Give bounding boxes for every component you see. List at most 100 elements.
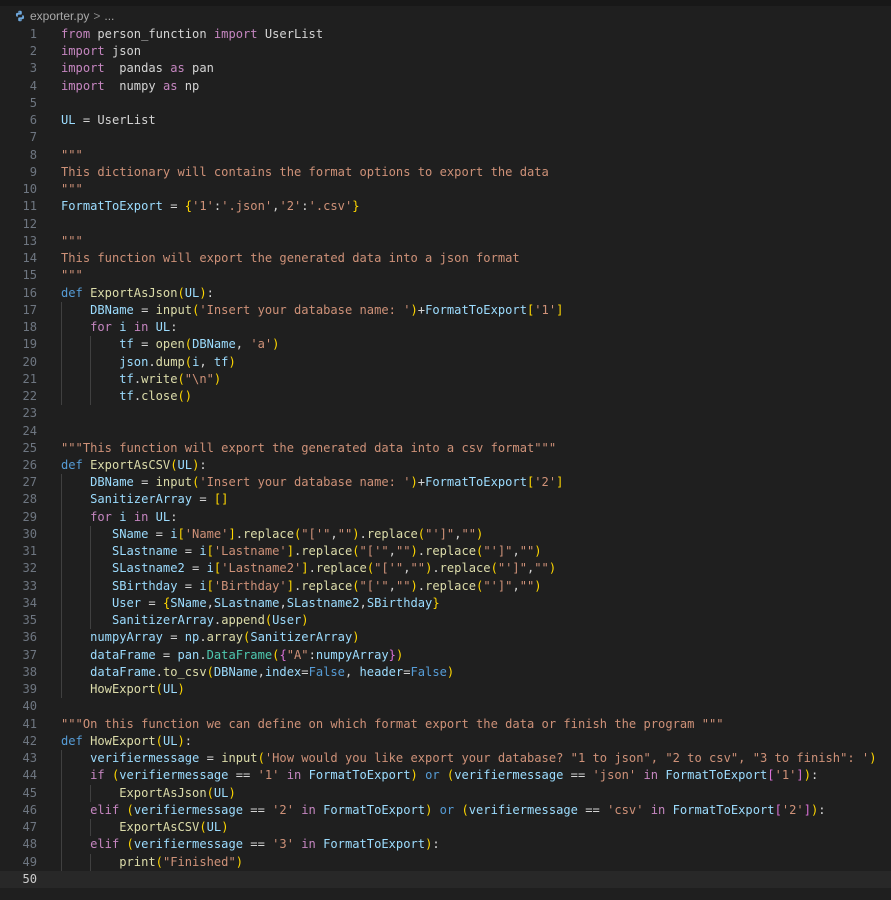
code-line[interactable]: 37 dataFrame = pan.DataFrame({"A":numpyA… bbox=[0, 647, 891, 664]
code-token: ) bbox=[869, 751, 877, 766]
code-line[interactable]: 19 tf = open(DBName, 'a') bbox=[0, 336, 891, 353]
code-token: . bbox=[235, 526, 244, 541]
code-token: ) bbox=[199, 285, 207, 300]
code-token: , bbox=[388, 544, 396, 559]
line-number: 7 bbox=[29, 130, 37, 145]
code-line[interactable]: 13 """ bbox=[0, 233, 891, 250]
code-line[interactable]: 30 SName = i['Name'].replace("['","").re… bbox=[0, 526, 891, 543]
code-line[interactable]: 20 json.dump(i, tf) bbox=[0, 354, 891, 371]
code-token: 'Insert your database name: ' bbox=[199, 475, 411, 490]
code-line[interactable]: 23 bbox=[0, 405, 891, 422]
code-token: . bbox=[417, 544, 426, 559]
code-token: tf bbox=[213, 354, 229, 369]
code-line[interactable]: 2 import json bbox=[0, 43, 891, 60]
code-line[interactable]: 1 from person_function import UserList bbox=[0, 26, 891, 43]
code-token: } bbox=[388, 647, 396, 662]
breadcrumb: exporter.py > ... bbox=[14, 8, 114, 24]
code-line[interactable]: 39 HowExport(UL) bbox=[0, 681, 891, 698]
indent-guide bbox=[61, 750, 62, 871]
indent-guide bbox=[90, 784, 92, 802]
code-line[interactable]: 40 bbox=[0, 698, 891, 715]
code-token: numpyArray bbox=[315, 647, 389, 662]
code-line[interactable]: 18 for i in UL: bbox=[0, 319, 891, 336]
code-token: SBirthday bbox=[111, 578, 178, 593]
code-token: ( bbox=[184, 337, 193, 352]
code-line[interactable]: 42 def HowExport(UL): bbox=[0, 733, 891, 750]
code-line[interactable]: 8 """ bbox=[0, 147, 891, 164]
code-line[interactable]: 47 ExportAsCSV(UL) bbox=[0, 819, 891, 836]
line-number: 28 bbox=[22, 492, 37, 507]
code-text: This function will export the generated … bbox=[61, 250, 520, 267]
code-line[interactable]: 29 for i in UL: bbox=[0, 509, 891, 526]
code-text: """ bbox=[61, 267, 83, 284]
code-line[interactable]: 27 DBName = input('Insert your database … bbox=[0, 474, 891, 491]
code-line[interactable]: 32 SLastname2 = i['Lastname2'].replace("… bbox=[0, 560, 891, 577]
code-token: == bbox=[243, 802, 273, 817]
code-token: ) bbox=[803, 768, 811, 783]
code-line[interactable]: 22 tf.close() bbox=[0, 388, 891, 405]
code-text: SBirthday = i['Birthday'].replace("['","… bbox=[61, 578, 542, 595]
code-line[interactable]: 33 SBirthday = i['Birthday'].replace("['… bbox=[0, 578, 891, 595]
breadcrumb-file[interactable]: exporter.py bbox=[30, 9, 89, 23]
line-number: 4 bbox=[29, 78, 37, 93]
code-token: ( bbox=[177, 371, 185, 386]
code-line[interactable]: 45 ExportAsJson(UL) bbox=[0, 785, 891, 802]
code-line[interactable]: 17 DBName = input('Insert your database … bbox=[0, 302, 891, 319]
code-line[interactable]: 36 numpyArray = np.array(SanitizerArray) bbox=[0, 629, 891, 646]
code-token: verifiermessage bbox=[133, 837, 244, 852]
code-line[interactable]: 50 bbox=[0, 870, 891, 888]
code-token: "']" bbox=[483, 578, 513, 593]
code-line[interactable]: 24 bbox=[0, 423, 891, 440]
code-token: '1' bbox=[774, 768, 797, 783]
code-line[interactable]: 48 elif (verifiermessage == '3' in Forma… bbox=[0, 836, 891, 853]
code-token: DBName bbox=[192, 337, 236, 352]
code-token: SName bbox=[170, 595, 207, 610]
code-line[interactable]: 6 UL = UserList bbox=[0, 112, 891, 129]
code-line[interactable]: 21 tf.write("\n") bbox=[0, 371, 891, 388]
code-token: . bbox=[199, 630, 207, 645]
code-line[interactable]: 26 def ExportAsCSV(UL): bbox=[0, 457, 891, 474]
code-line[interactable]: 44 if (verifiermessage == '1' in FormatT… bbox=[0, 767, 891, 784]
code-line[interactable]: 3 import pandas as pan bbox=[0, 60, 891, 77]
code-line[interactable]: 16 def ExportAsJson(UL): bbox=[0, 285, 891, 302]
code-line[interactable]: 43 verifiermessage = input('How would yo… bbox=[0, 750, 891, 767]
code-line[interactable]: 15 """ bbox=[0, 267, 891, 284]
code-line[interactable]: 46 elif (verifiermessage == '2' in Forma… bbox=[0, 802, 891, 819]
code-line[interactable]: 12 bbox=[0, 216, 891, 233]
code-token: dataFrame bbox=[90, 647, 156, 662]
python-file-icon bbox=[15, 10, 25, 22]
code-line[interactable]: 28 SanitizerArray = [] bbox=[0, 491, 891, 508]
code-line[interactable]: 35 SanitizerArray.append(User) bbox=[0, 612, 891, 629]
line-number: 17 bbox=[22, 302, 37, 317]
code-editor[interactable]: 1 from person_function import UserList 2 im… bbox=[0, 26, 891, 900]
code-line[interactable]: 14 This function will export the generate… bbox=[0, 250, 891, 267]
breadcrumb-more[interactable]: ... bbox=[104, 9, 114, 23]
code-text: """ bbox=[61, 147, 83, 164]
code-line[interactable]: 11 FormatToExport = {'1':'.json','2':'.cs… bbox=[0, 198, 891, 215]
code-line[interactable]: 7 bbox=[0, 129, 891, 146]
code-token: in bbox=[301, 802, 316, 817]
code-text: tf = open(DBName, 'a') bbox=[61, 336, 279, 353]
code-line[interactable]: 31 SLastname = i['Lastname'].replace("['… bbox=[0, 543, 891, 560]
code-line[interactable]: 38 dataFrame.to_csv(DBName,index=False, … bbox=[0, 664, 891, 681]
code-token: '3' bbox=[272, 837, 294, 852]
code-line[interactable]: 5 bbox=[0, 95, 891, 112]
line-number: 34 bbox=[22, 595, 37, 610]
code-line[interactable]: 34 User = {SName,SLastname,SLastname2,SB… bbox=[0, 595, 891, 612]
code-token: HowExport bbox=[90, 682, 156, 697]
line-number: 6 bbox=[29, 113, 37, 128]
code-token: , bbox=[512, 544, 520, 559]
code-token: 'Birthday' bbox=[213, 578, 287, 593]
code-token: ( bbox=[155, 733, 163, 748]
code-token: : bbox=[308, 647, 316, 662]
code-line[interactable]: 25 """This function will export the gener… bbox=[0, 440, 891, 457]
code-line[interactable]: 9 This dictionary will contains the forma… bbox=[0, 164, 891, 181]
code-line[interactable]: 4 import numpy as np bbox=[0, 78, 891, 95]
code-line[interactable]: 41 """On this function we can define on w… bbox=[0, 716, 891, 733]
code-line[interactable]: 49 print("Finished") bbox=[0, 854, 891, 871]
code-line[interactable]: 10 """ bbox=[0, 181, 891, 198]
code-token: , bbox=[512, 578, 520, 593]
